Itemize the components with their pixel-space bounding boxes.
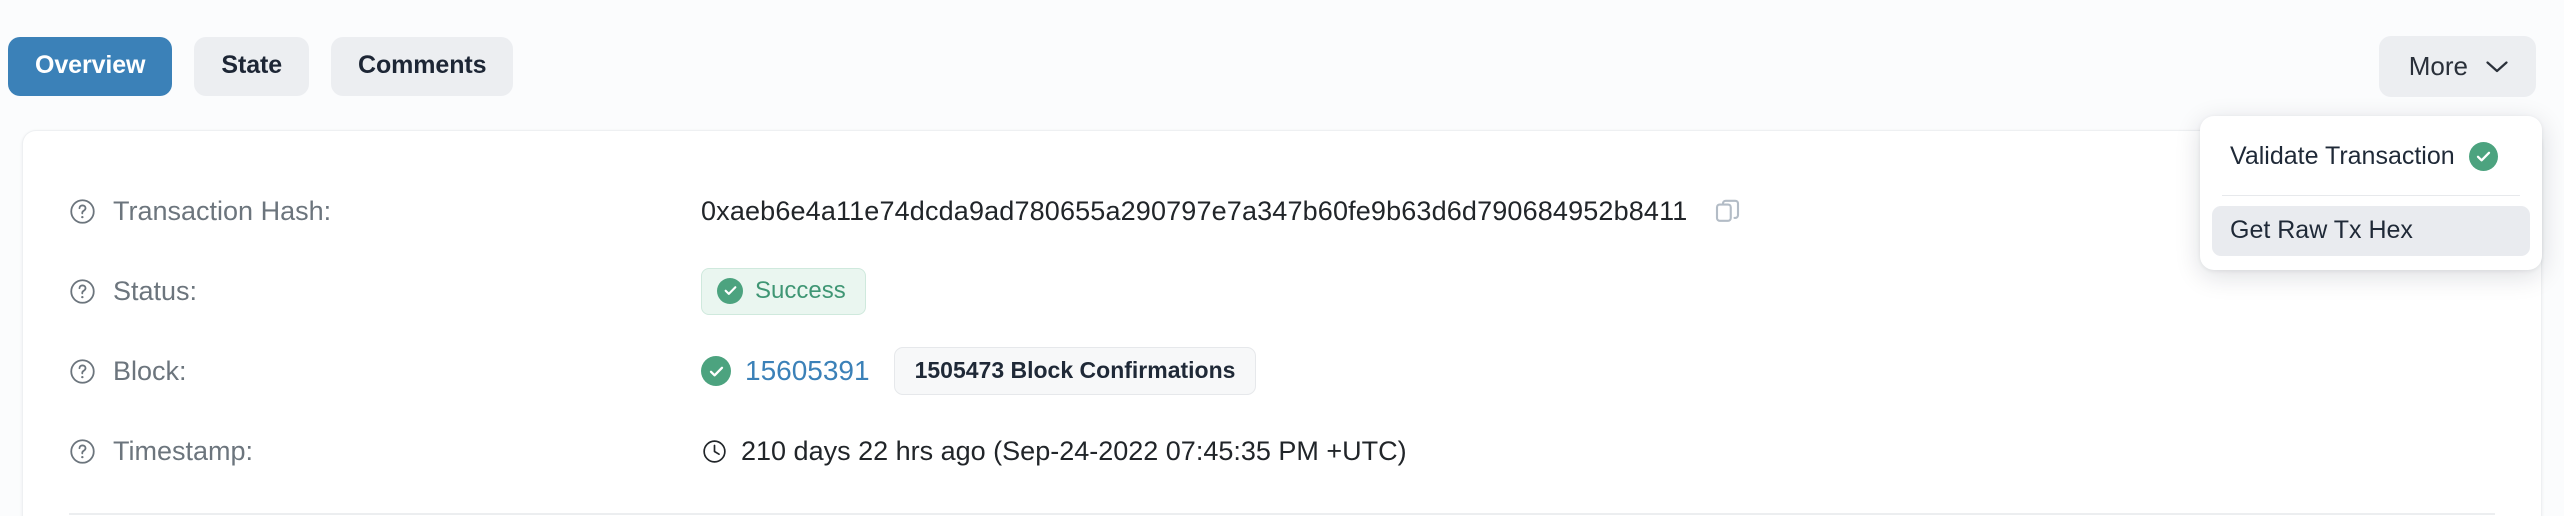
value-block: 15605391 1505473 Block Confirmations [701,347,1257,395]
more-dropdown-menu: Validate Transaction Get Raw Tx Hex [2200,116,2542,270]
card-divider [69,513,2495,515]
block-confirmations-badge: 1505473 Block Confirmations [893,347,1257,395]
transaction-details-page: Overview State Comments More Validate Tr… [0,0,2564,516]
dropdown-item-label: Validate Transaction [2230,142,2455,170]
row-transaction-hash: Transaction Hash: 0xaeb6e4a11e74dcda9ad7… [23,171,2541,251]
timestamp-text: 210 days 22 hrs ago (Sep-24-2022 07:45:3… [741,435,1407,466]
label-status: Status: [69,275,701,306]
transaction-details-card: Transaction Hash: 0xaeb6e4a11e74dcda9ad7… [22,130,2542,516]
status-badge: Success [701,267,866,315]
tab-bar: Overview State Comments More [0,0,2564,132]
label-transaction-hash: Transaction Hash: [69,195,701,226]
dropdown-divider [2222,195,2520,196]
transaction-hash-text: 0xaeb6e4a11e74dcda9ad780655a290797e7a347… [701,195,1688,226]
label-text: Block: [113,355,187,386]
status-badge-text: Success [755,276,846,304]
dropdown-item-get-raw-tx-hex[interactable]: Get Raw Tx Hex [2212,206,2530,256]
more-button[interactable]: More [2378,35,2536,97]
tab-list: Overview State Comments [8,36,514,96]
label-block: Block: [69,355,701,386]
question-circle-icon[interactable] [69,358,96,385]
check-circle-icon [717,277,743,304]
value-transaction-hash: 0xaeb6e4a11e74dcda9ad780655a290797e7a347… [701,196,1743,226]
chevron-down-icon [2486,60,2508,73]
row-block: Block: 15605391 1505473 Block Confirmati… [23,331,2541,411]
label-text: Status: [113,275,198,306]
green-check-circle-icon [2468,142,2498,171]
dropdown-item-validate-transaction[interactable]: Validate Transaction [2212,130,2530,184]
block-number-link[interactable]: 15605391 [745,357,870,385]
dropdown-item-label: Get Raw Tx Hex [2230,216,2413,244]
clock-icon [701,438,728,465]
value-timestamp: 210 days 22 hrs ago (Sep-24-2022 07:45:3… [701,435,1407,466]
question-circle-icon[interactable] [69,278,96,305]
tab-comments[interactable]: Comments [331,36,514,96]
more-button-label: More [2408,50,2468,81]
row-timestamp: Timestamp: 210 days 22 hrs ago (Sep-24-2… [23,411,2541,491]
tab-state[interactable]: State [194,36,310,96]
value-status: Success [701,267,866,315]
label-text: Timestamp: [113,435,254,466]
question-circle-icon[interactable] [69,438,96,465]
label-text: Transaction Hash: [113,195,332,226]
tab-overview[interactable]: Overview [8,36,173,96]
row-status: Status: Success [23,251,2541,331]
label-timestamp: Timestamp: [69,435,701,466]
copy-icon[interactable] [1713,196,1743,226]
question-circle-icon[interactable] [69,198,96,225]
check-circle-icon [701,356,731,386]
